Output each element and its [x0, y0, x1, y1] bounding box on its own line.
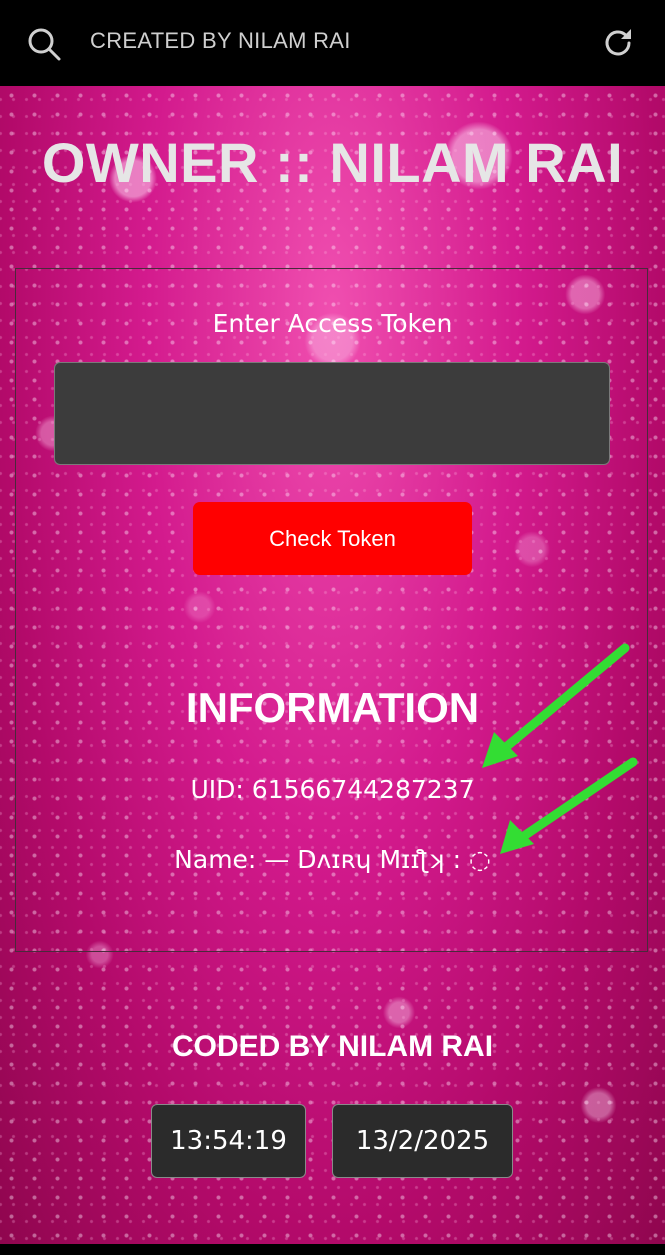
date-display: 13/2/2025 [332, 1104, 513, 1178]
time-display: 13:54:19 [151, 1104, 306, 1178]
access-token-label: Enter Access Token [212, 309, 453, 338]
search-icon[interactable] [26, 26, 62, 62]
top-bar: CREATED BY NILAM RAI [0, 0, 665, 86]
bottom-bar [0, 1244, 665, 1255]
coded-by-text: CODED BY NILAM RAI [171, 1030, 494, 1063]
arrow-icon [482, 643, 630, 768]
top-bar-title: CREATED BY NILAM RAI [90, 28, 351, 53]
reload-icon[interactable] [600, 25, 636, 61]
check-token-button[interactable]: Check Token [193, 502, 472, 575]
owner-heading: OWNER :: NILAM RAI [41, 131, 624, 194]
arrow-icon [500, 757, 638, 854]
annotation-arrows [482, 643, 638, 854]
access-token-input[interactable] [54, 362, 610, 465]
page: CREATED BY NILAM RAI OWNER :: NILAM RAI … [0, 0, 665, 1255]
